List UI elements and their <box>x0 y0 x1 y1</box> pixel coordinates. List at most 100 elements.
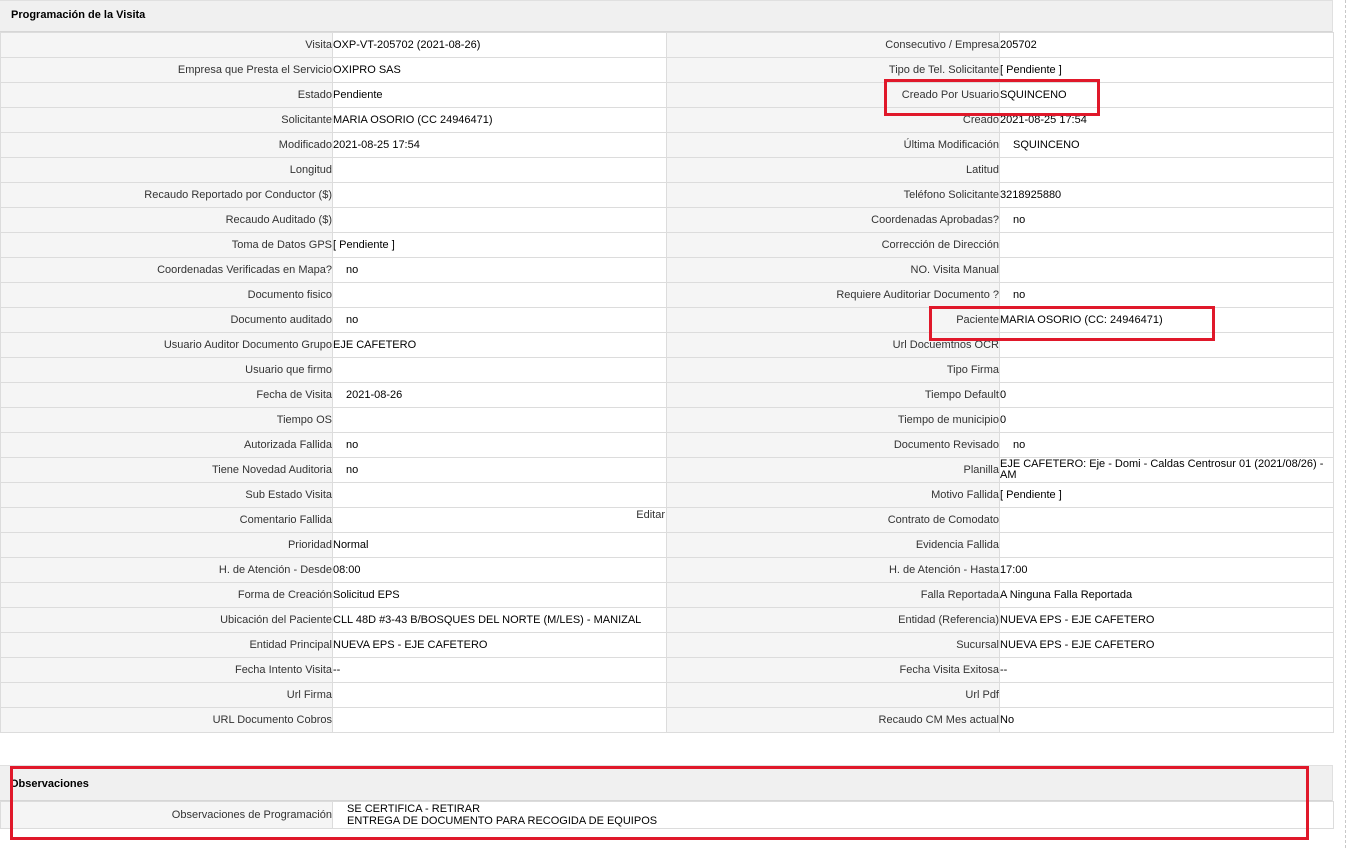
field-label-url-firma: Url Firma <box>0 682 333 708</box>
field-label-h-de-atencion-desde-text: H. de Atención - Desde <box>218 564 332 576</box>
field-value-telefono-solicitante-text: 3218925880 <box>1000 189 1062 201</box>
field-label-visita: Visita <box>0 32 333 58</box>
observations-label: Observaciones de Programación <box>0 801 333 829</box>
field-value-sucursal-text: NUEVA EPS - EJE CAFETERO <box>1000 639 1155 651</box>
field-label-toma-de-datos-gps-text: Toma de Datos GPS <box>231 239 332 251</box>
field-value-planilla-text: EJE CAFETERO: Eje - Domi - Caldas Centro… <box>1000 458 1324 481</box>
field-value-solicitante-text: MARIA OSORIO (CC 24946471) <box>333 114 493 126</box>
field-label-h-de-atencion-hasta: H. de Atención - Hasta <box>666 557 1000 583</box>
field-label-recaudo-auditado: Recaudo Auditado ($) <box>0 207 333 233</box>
field-value-fecha-visita-exitosa-text: -- <box>1000 664 1008 676</box>
field-label-latitud: Latitud <box>666 157 1000 183</box>
field-value-coordenadas-aprobadas: no <box>999 207 1334 233</box>
field-label-comentario-fallida-text: Comentario Fallida <box>239 514 332 526</box>
field-label-tipo-de-tel-solicitante: Tipo de Tel. Solicitante <box>666 57 1000 83</box>
edit-link[interactable]: Editar <box>636 509 665 521</box>
field-value-comentario-fallida: Editar <box>332 507 667 533</box>
field-value-empresa-que-presta-el-servicio: OXIPRO SAS <box>332 57 667 83</box>
field-label-solicitante: Solicitante <box>0 107 333 133</box>
field-label-autorizada-fallida: Autorizada Fallida <box>0 432 333 458</box>
table-row: Autorizada Fallida no Documento Revisado no <box>0 432 1334 458</box>
field-value-h-de-atencion-hasta-text: 17:00 <box>1000 564 1028 576</box>
table-row: URL Documento Cobros Recaudo CM Mes actua… <box>0 707 1334 733</box>
field-value-ubicacion-del-paciente-text: CLL 48D #3-43 B/BOSQUES DEL NORTE (M/LES… <box>333 614 642 626</box>
field-label-planilla-text: Planilla <box>963 464 999 476</box>
field-label-tiene-novedad-auditoria-text: Tiene Novedad Auditoria <box>211 464 332 476</box>
table-row: Usuario Auditor Documento Grupo EJE CAFET… <box>0 332 1334 358</box>
field-value-estado-text: Pendiente <box>333 89 383 101</box>
field-value-coordenadas-aprobadas-text: no <box>1013 214 1026 226</box>
field-value-usuario-auditor-documento-grupo-text: EJE CAFETERO <box>333 339 417 351</box>
field-label-paciente: Paciente <box>666 307 1000 333</box>
field-value-no-visita-manual <box>999 257 1334 283</box>
field-value-prioridad: Normal <box>332 532 667 558</box>
field-label-tiene-novedad-auditoria: Tiene Novedad Auditoria <box>0 457 333 483</box>
field-label-tipo-de-tel-solicitante-text: Tipo de Tel. Solicitante <box>888 64 999 76</box>
field-value-requiere-auditoriar-documento-text: no <box>1013 289 1026 301</box>
field-value-tiempo-default: 0 <box>999 382 1334 408</box>
table-row: Visita OXP-VT-205702 (2021-08-26) Consecut… <box>0 32 1334 58</box>
field-label-fecha-de-visita-text: Fecha de Visita <box>256 389 332 401</box>
field-value-estado: Pendiente <box>332 82 667 108</box>
field-label-estado: Estado <box>0 82 333 108</box>
field-value-latitud <box>999 157 1334 183</box>
table-row: Empresa que Presta el Servicio OXIPRO SAS… <box>0 57 1334 83</box>
field-value-fecha-visita-exitosa: -- <box>999 657 1334 683</box>
field-value-consecutivo-empresa-text: 205702 <box>1000 39 1037 51</box>
table-row: Estado Pendiente Creado Por Usuario SQUINCE… <box>0 82 1334 108</box>
field-label-empresa-que-presta-el-servicio-text: Empresa que Presta el Servicio <box>177 64 332 76</box>
field-value-tiempo-default-text: 0 <box>1000 389 1007 401</box>
field-value-entidad-referencia-text: NUEVA EPS - EJE CAFETERO <box>1000 614 1155 626</box>
field-label-url-docuemtnos-ocr-text: Url Docuemtnos OCR <box>892 339 999 351</box>
field-label-visita-text: Visita <box>305 39 332 51</box>
field-label-tipo-firma: Tipo Firma <box>666 357 1000 383</box>
field-value-entidad-principal-text: NUEVA EPS - EJE CAFETERO <box>333 639 488 651</box>
page-edge-divider <box>1345 0 1347 848</box>
field-value-fecha-intento-visita: -- <box>332 657 667 683</box>
observations-header: Observaciones <box>0 765 1333 802</box>
field-value-ultima-modificacion-text: SQUINCENO <box>1013 139 1080 151</box>
field-label-tiempo-default-text: Tiempo Default <box>924 389 999 401</box>
field-label-autorizada-fallida-text: Autorizada Fallida <box>243 439 332 451</box>
field-label-empresa-que-presta-el-servicio: Empresa que Presta el Servicio <box>0 57 333 83</box>
field-value-tiempo-os <box>332 407 667 433</box>
field-value-consecutivo-empresa: 205702 <box>999 32 1334 58</box>
field-value-empresa-que-presta-el-servicio-text: OXIPRO SAS <box>333 64 401 76</box>
table-row: Fecha de Visita 2021-08-26 Tiempo Default 0 <box>0 382 1334 408</box>
field-value-correccion-de-direccion <box>999 232 1334 258</box>
table-row: Ubicación del Paciente CLL 48D #3-43 B/BO… <box>0 607 1334 633</box>
field-label-fecha-de-visita: Fecha de Visita <box>0 382 333 408</box>
field-label-falla-reportada: Falla Reportada <box>666 582 1000 608</box>
field-label-telefono-solicitante: Teléfono Solicitante <box>666 182 1000 208</box>
field-label-forma-de-creacion: Forma de Creación <box>0 582 333 608</box>
table-row: Entidad Principal NUEVA EPS - EJE CAFETER… <box>0 632 1334 658</box>
field-value-recaudo-auditado <box>332 207 667 233</box>
table-row: Comentario Fallida Editar Contrato de Como… <box>0 507 1334 533</box>
field-label-falla-reportada-text: Falla Reportada <box>920 589 999 601</box>
observations-value: SE CERTIFICA - RETIRAR ENTREGA DE DOCUME… <box>332 801 1334 829</box>
field-value-documento-auditado-text: no <box>346 314 359 326</box>
table-row: Modificado 2021-08-25 17:54 Última Modific… <box>0 132 1334 158</box>
field-label-entidad-referencia: Entidad (Referencia) <box>666 607 1000 633</box>
field-value-fecha-de-visita-text: 2021-08-26 <box>346 389 403 401</box>
field-value-falla-reportada-text: A Ninguna Falla Reportada <box>1000 589 1133 601</box>
field-label-evidencia-fallida-text: Evidencia Fallida <box>915 539 999 551</box>
field-label-requiere-auditoriar-documento: Requiere Auditoriar Documento ? <box>666 282 1000 308</box>
table-row: Solicitante MARIA OSORIO (CC 24946471) Cre… <box>0 107 1334 133</box>
field-value-autorizada-fallida-text: no <box>346 439 359 451</box>
field-value-creado-text: 2021-08-25 17:54 <box>1000 114 1087 126</box>
field-label-recaudo-auditado-text: Recaudo Auditado ($) <box>225 214 332 226</box>
field-value-url-docuemtnos-ocr <box>999 332 1334 358</box>
field-label-tiempo-os: Tiempo OS <box>0 407 333 433</box>
field-value-documento-fisico <box>332 282 667 308</box>
field-value-tiempo-de-municipio-text: 0 <box>1000 414 1007 426</box>
field-value-creado-por-usuario: SQUINCENO <box>999 82 1334 108</box>
field-value-url-pdf <box>999 682 1334 708</box>
field-value-recaudo-reportado-por-conductor <box>332 182 667 208</box>
table-row: Documento fisico Requiere Auditoriar Docu… <box>0 282 1334 308</box>
field-label-tipo-firma-text: Tipo Firma <box>946 364 999 376</box>
table-row: Longitud Latitud <box>0 157 1334 183</box>
field-value-modificado-text: 2021-08-25 17:54 <box>333 139 420 151</box>
field-value-url-firma <box>332 682 667 708</box>
field-value-documento-revisado: no <box>999 432 1334 458</box>
